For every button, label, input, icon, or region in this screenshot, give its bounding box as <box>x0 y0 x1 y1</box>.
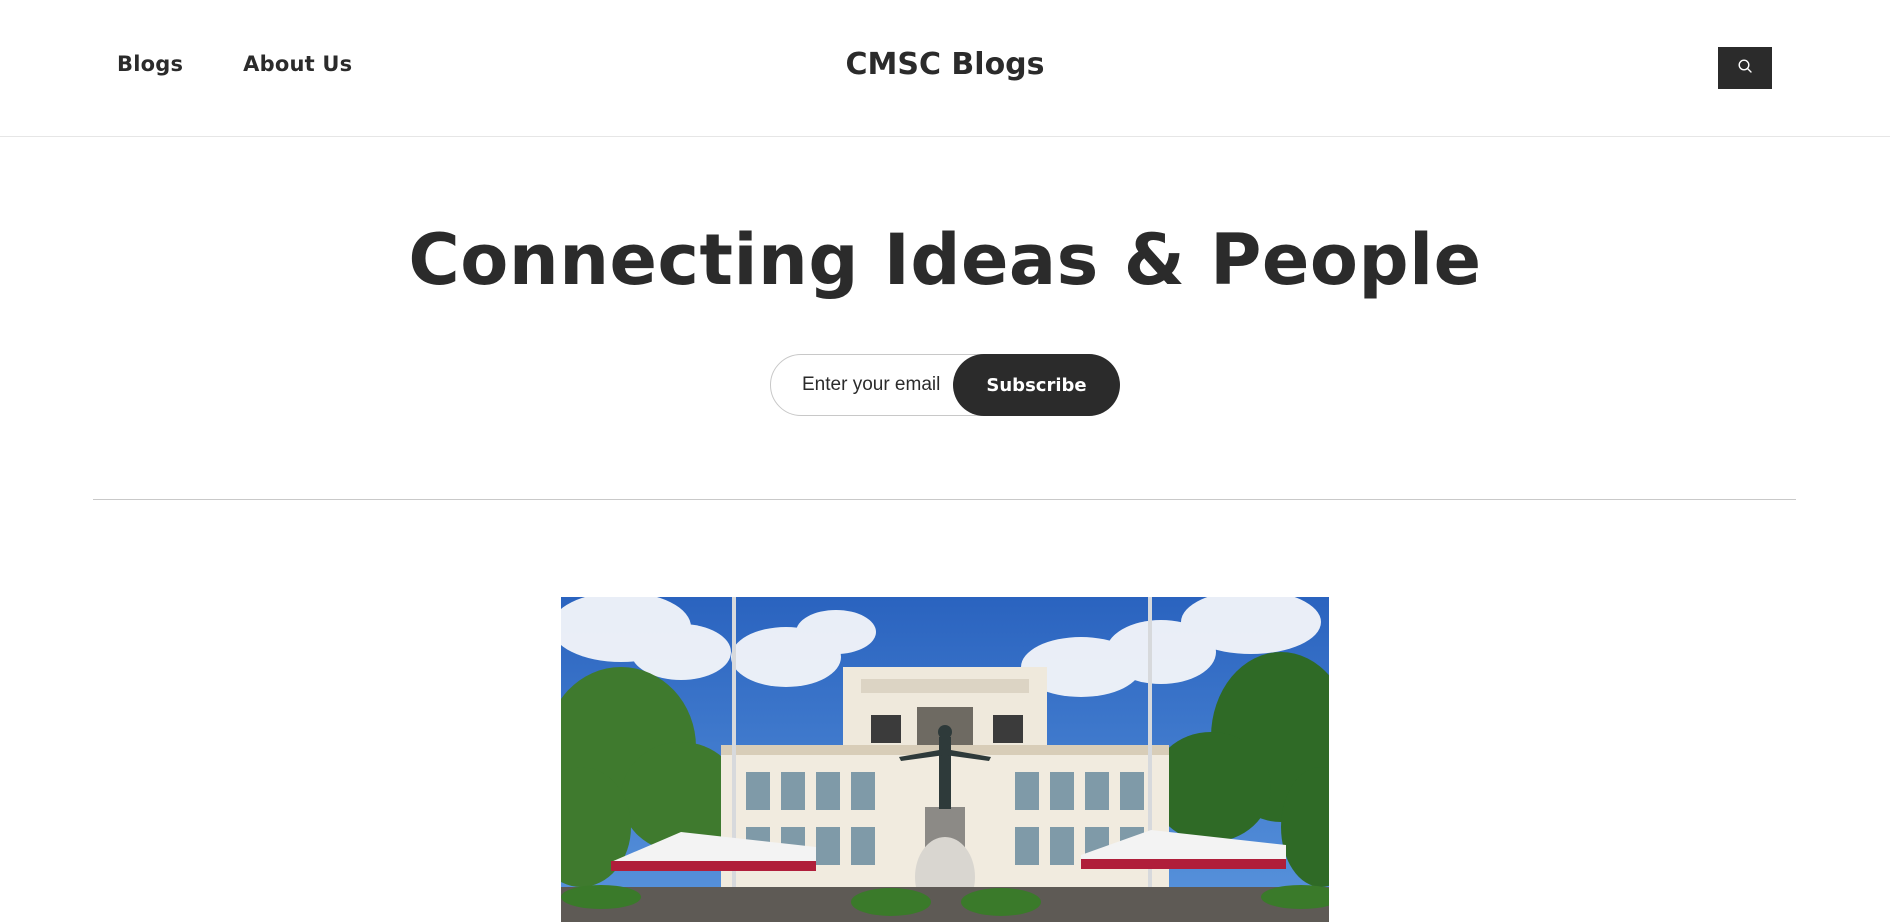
search-icon <box>1737 58 1753 78</box>
site-title[interactable]: CMSC Blogs <box>0 47 1890 82</box>
email-input[interactable] <box>800 355 970 415</box>
site-header: Blogs About Us CMSC Blogs <box>0 0 1890 137</box>
campus-building-photo <box>561 597 1329 922</box>
search-button[interactable] <box>1718 47 1772 89</box>
featured-post-image[interactable] <box>561 597 1329 922</box>
subscribe-form: Subscribe <box>770 354 1120 416</box>
subscribe-button[interactable]: Subscribe <box>953 354 1120 416</box>
section-divider <box>93 499 1796 500</box>
hero-title: Connecting Ideas & People <box>408 219 1482 301</box>
